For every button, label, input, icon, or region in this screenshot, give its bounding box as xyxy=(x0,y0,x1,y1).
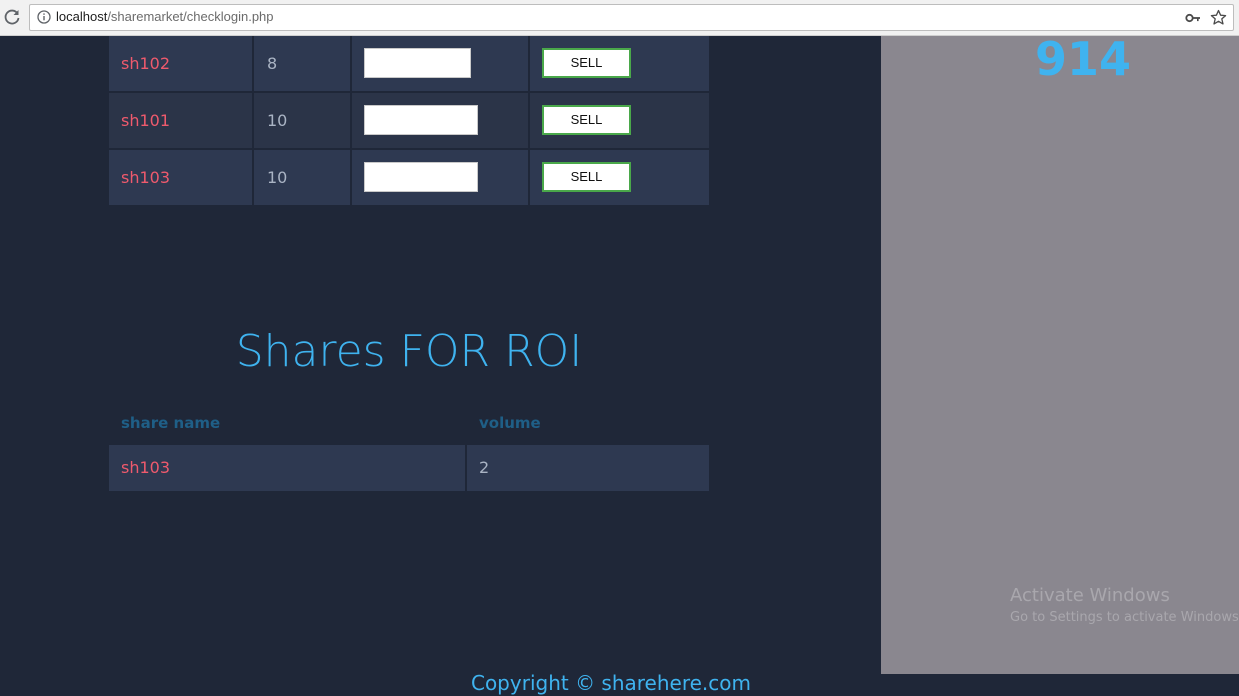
key-icon[interactable] xyxy=(1185,10,1201,26)
table-row: sh103 10 SELL xyxy=(109,150,709,205)
share-name-cell: sh101 xyxy=(109,93,252,148)
url-host: localhost xyxy=(56,9,108,24)
holdings-table: sh102 8 SELL sh101 10 SELL sh103 10 SELL xyxy=(109,36,709,207)
sell-button[interactable]: SELL xyxy=(542,162,631,192)
share-name-cell: sh103 xyxy=(109,150,252,205)
quantity-cell xyxy=(352,36,528,91)
url-path: /sharemarket/checklogin.php xyxy=(107,9,274,24)
sell-button[interactable]: SELL xyxy=(542,48,631,78)
side-panel: 914 xyxy=(881,32,1239,674)
sell-quantity-input[interactable] xyxy=(364,48,471,78)
sell-quantity-input[interactable] xyxy=(364,162,478,192)
reload-icon[interactable] xyxy=(3,8,21,26)
windows-activation-watermark: Activate Windows Go to Settings to activ… xyxy=(1010,585,1239,629)
quantity-cell xyxy=(352,93,528,148)
share-name-header: share name xyxy=(121,414,221,432)
action-cell: SELL xyxy=(530,93,709,148)
browser-toolbar: localhost/sharemarket/checklogin.php xyxy=(0,0,1239,36)
roi-table: share name volume sh103 2 xyxy=(109,410,709,491)
volume-cell: 10 xyxy=(254,93,350,148)
action-cell: SELL xyxy=(530,36,709,91)
table-row: sh102 8 SELL xyxy=(109,36,709,91)
volume-header: volume xyxy=(479,414,541,432)
sell-button[interactable]: SELL xyxy=(542,105,631,135)
share-name-cell: sh102 xyxy=(109,36,252,91)
volume-cell: 10 xyxy=(254,150,350,205)
url-text[interactable]: localhost/sharemarket/checklogin.php xyxy=(56,9,274,24)
share-name-cell: sh103 xyxy=(109,445,465,491)
action-cell: SELL xyxy=(530,150,709,205)
quantity-cell xyxy=(352,150,528,205)
side-panel-number: 914 xyxy=(1034,32,1132,86)
table-row: sh101 10 SELL xyxy=(109,93,709,148)
volume-cell: 8 xyxy=(254,36,350,91)
info-icon[interactable] xyxy=(37,10,51,24)
roi-section-title: Shares FOR ROI xyxy=(235,326,583,377)
sell-quantity-input[interactable] xyxy=(364,105,478,135)
activation-title: Activate Windows xyxy=(1010,585,1170,606)
volume-cell: 2 xyxy=(467,445,709,491)
address-bar[interactable]: localhost/sharemarket/checklogin.php xyxy=(29,4,1234,31)
star-icon[interactable] xyxy=(1210,9,1227,26)
table-row: sh103 2 xyxy=(109,445,709,491)
activation-subtitle: Go to Settings to activate Windows. xyxy=(1010,610,1239,625)
footer-copyright: Copyright © sharehere.com xyxy=(470,671,752,695)
table-header: share name volume xyxy=(109,410,709,442)
